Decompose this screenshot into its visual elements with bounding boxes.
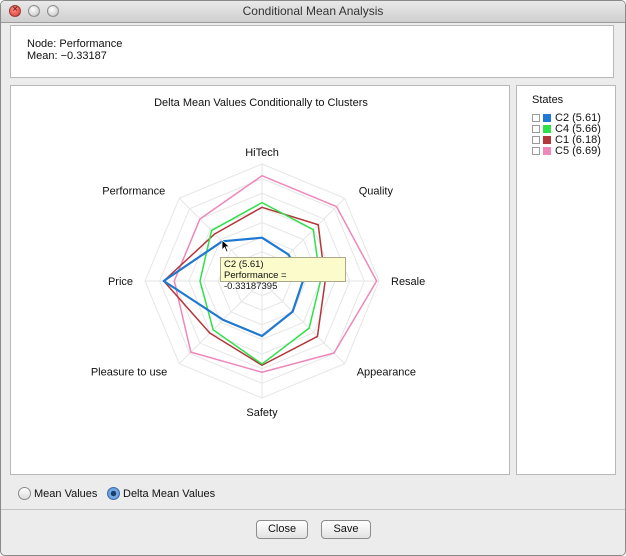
axis-label: HiTech xyxy=(245,147,279,159)
axis-label: Appearance xyxy=(357,367,416,379)
axis-label: Pleasure to use xyxy=(91,367,167,379)
node-label: Node: Performance xyxy=(27,38,123,50)
chart-title: Delta Mean Values Conditionally to Clust… xyxy=(154,97,368,109)
legend-checkbox[interactable] xyxy=(532,135,540,144)
axis-label: Quality xyxy=(359,185,394,197)
radio-label: Mean Values xyxy=(34,487,98,500)
radio-button[interactable] xyxy=(18,487,31,500)
bottom-controls: Mean Values Delta Mean Values Close Save xyxy=(1,479,625,555)
analysis-window: × Conditional Mean Analysis Node: Perfor… xyxy=(0,0,626,556)
axis-label: Price xyxy=(108,276,133,288)
axis-label: Safety xyxy=(246,407,278,419)
mean-label: Mean: −0.33187 xyxy=(27,50,107,62)
tooltip-series: C2 (5.61) xyxy=(224,259,264,270)
mouse-pointer-icon xyxy=(221,239,231,253)
legend-checkbox[interactable] xyxy=(532,146,540,155)
data-point-tooltip: C2 (5.61) Performance = -0.33187395 xyxy=(220,257,346,292)
save-button[interactable]: Save xyxy=(321,520,371,539)
legend-item-c4[interactable]: C4 (5.66) xyxy=(532,123,601,135)
radio-button-selected[interactable] xyxy=(107,487,120,500)
legend-item-c5[interactable]: C5 (6.69) xyxy=(532,144,601,157)
footer-divider xyxy=(1,509,625,510)
axis-label: Performance xyxy=(102,185,165,197)
tooltip-value: Performance = -0.33187395 xyxy=(224,270,287,292)
title-bar: × Conditional Mean Analysis xyxy=(1,1,625,23)
legend-item-c1[interactable]: C1 (6.18) xyxy=(532,134,601,146)
legend-swatch xyxy=(543,135,551,144)
close-button[interactable]: Close xyxy=(256,520,308,539)
window-title: Conditional Mean Analysis xyxy=(242,4,384,18)
legend-label: C5 (6.69) xyxy=(555,144,601,157)
legend-item-c2[interactable]: C2 (5.61) xyxy=(532,112,601,124)
legend-checkbox[interactable] xyxy=(532,124,540,133)
node-info-panel: Node: Performance Mean: −0.33187 xyxy=(10,25,614,78)
legend-swatch xyxy=(543,146,551,155)
legend-swatch xyxy=(543,113,551,122)
legend-swatch xyxy=(543,124,551,133)
radio-delta-mean-values[interactable]: Delta Mean Values xyxy=(107,487,215,500)
axis-label: Resale xyxy=(391,276,425,288)
legend-panel: States C2 (5.61) C4 (5.66) C1 (6.18) C5 … xyxy=(516,85,616,475)
legend-title: States xyxy=(532,94,564,106)
legend-checkbox[interactable] xyxy=(532,113,540,122)
radio-mean-values[interactable]: Mean Values xyxy=(18,487,97,500)
radio-label: Delta Mean Values xyxy=(123,487,216,500)
